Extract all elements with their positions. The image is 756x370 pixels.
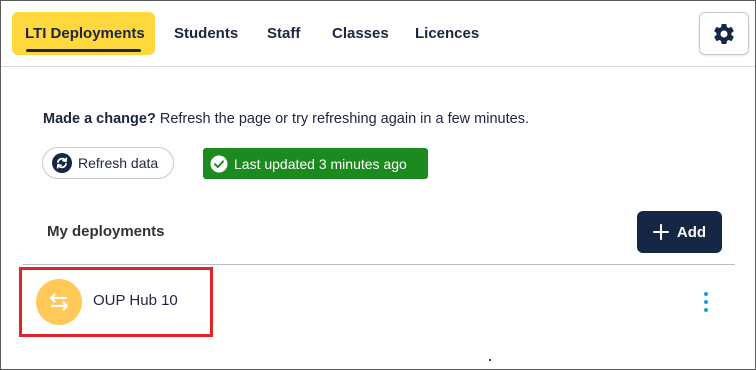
my-deployments-heading: My deployments [47, 223, 165, 240]
last-updated-text: Last updated 3 minutes ago [234, 155, 407, 172]
add-label: Add [676, 223, 707, 241]
tab-students[interactable]: Students [174, 12, 238, 55]
kebab-dot [704, 292, 708, 296]
plus-icon [652, 224, 669, 240]
swap-arrows-icon [49, 293, 69, 311]
refresh-label: Refresh data [78, 155, 159, 171]
notice-text: Refresh the page or try refreshing again… [159, 111, 529, 127]
add-deployment-button[interactable]: Add [637, 211, 722, 253]
gear-icon [714, 23, 734, 44]
kebab-dot [704, 308, 708, 312]
refresh-data-button[interactable]: Refresh data [42, 147, 174, 179]
tab-licences[interactable]: Licences [415, 12, 479, 55]
settings-button[interactable] [699, 12, 749, 55]
stray-dot [489, 359, 491, 361]
tab-classes[interactable]: Classes [332, 12, 389, 55]
section-divider [23, 264, 735, 265]
notice-heading: Made a change? [43, 111, 156, 127]
check-circle-icon [210, 155, 228, 172]
deployment-name: OUP Hub 10 [93, 292, 178, 309]
change-notice: Made a change? Refresh the page or try r… [43, 111, 529, 127]
tab-lti-deployments[interactable]: LTI Deployments [12, 12, 155, 55]
tab-label: LTI Deployments [25, 25, 145, 42]
app-frame: LTI Deployments Students Staff Classes L… [0, 0, 756, 370]
top-navigation: LTI Deployments Students Staff Classes L… [1, 1, 755, 67]
deployment-list-item[interactable]: OUP Hub 10 [19, 267, 737, 337]
deployment-avatar [36, 279, 82, 325]
active-tab-indicator [26, 49, 141, 52]
tab-staff[interactable]: Staff [267, 12, 300, 55]
last-updated-badge: Last updated 3 minutes ago [203, 148, 428, 179]
kebab-dot [704, 300, 708, 304]
refresh-icon [52, 153, 72, 173]
more-vertical-icon[interactable] [698, 290, 714, 314]
